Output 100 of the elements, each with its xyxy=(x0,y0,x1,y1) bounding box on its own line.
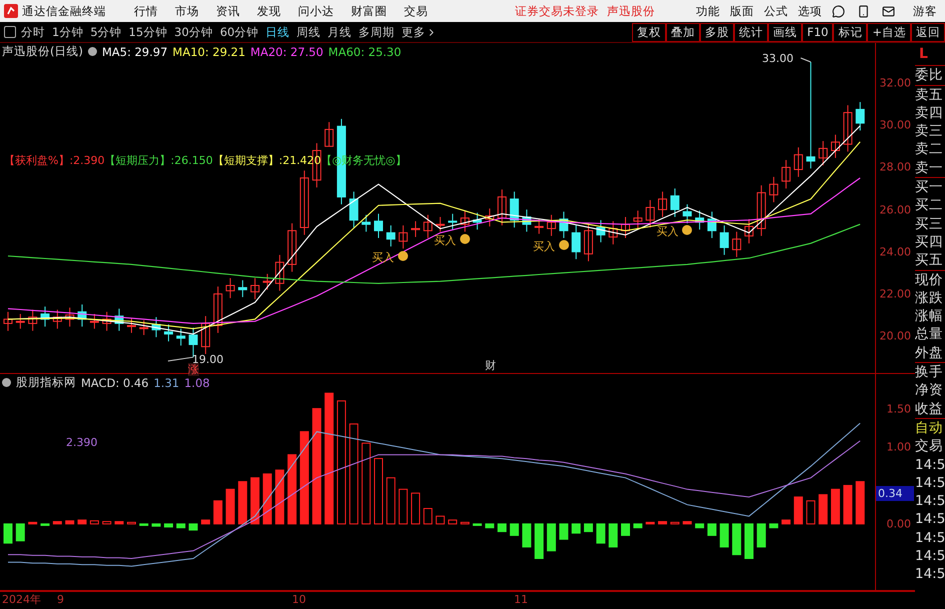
candlestick xyxy=(572,224,581,260)
macd-bar xyxy=(90,520,99,524)
toolbar-button[interactable]: 标记 xyxy=(833,22,868,42)
candlestick xyxy=(695,210,704,230)
period-tab[interactable]: 60分钟 xyxy=(220,24,259,40)
toolbar-button[interactable]: 画线 xyxy=(768,22,802,42)
candlestick xyxy=(485,208,494,227)
candlestick xyxy=(398,224,408,250)
toolbar-button[interactable]: +自选 xyxy=(867,22,911,42)
app-title: 通达信金融终端 xyxy=(22,4,106,18)
candlestick xyxy=(522,209,532,232)
period-tab[interactable]: 分时 xyxy=(21,24,45,40)
trade-time: 14:5 xyxy=(915,510,945,529)
price-tick: 32.00 xyxy=(880,76,911,90)
app-logo-icon xyxy=(4,4,18,18)
quote-field-label: 卖四 xyxy=(915,104,944,122)
period-tab[interactable]: 30分钟 xyxy=(174,24,213,40)
quote-field-label: 总量 xyxy=(915,325,944,344)
candlestick xyxy=(769,176,778,203)
candlestick xyxy=(201,316,210,355)
candlestick xyxy=(152,316,161,338)
period-tab[interactable]: 日线 xyxy=(266,24,290,40)
settings-dot-icon[interactable] xyxy=(2,378,11,387)
menu-item[interactable]: 功能 xyxy=(696,4,720,18)
period-tab[interactable]: 多周期 xyxy=(358,24,395,40)
candlestick xyxy=(275,254,284,292)
candlestick xyxy=(782,160,791,189)
candlestick xyxy=(300,170,309,236)
settings-dot-icon[interactable] xyxy=(88,47,97,56)
login-status[interactable]: 证券交易未登录 xyxy=(515,4,599,18)
rise-marker: 涨 xyxy=(188,363,199,376)
menu-item[interactable]: 交易 xyxy=(404,4,428,18)
menu-item[interactable]: 财富圈 xyxy=(351,4,387,18)
candlestick xyxy=(52,309,62,330)
mail-icon[interactable] xyxy=(882,4,895,18)
toolbar-button[interactable]: 统计 xyxy=(734,22,768,42)
candlestick xyxy=(843,104,852,152)
toolbar-button[interactable]: 复权 xyxy=(632,22,666,42)
toolbar-button[interactable]: 叠加 xyxy=(666,22,700,42)
more-tab[interactable]: 更多 xyxy=(402,24,426,40)
macd-bar xyxy=(682,521,692,524)
candlestick xyxy=(510,191,519,228)
macd-bar xyxy=(52,521,62,524)
candlestick xyxy=(411,220,420,238)
trade-time: 14:5 xyxy=(915,456,945,474)
candlestick xyxy=(250,278,260,300)
toolbar-button[interactable]: 多股 xyxy=(700,22,734,42)
macd-bar xyxy=(608,523,618,548)
price-tick: 26.00 xyxy=(880,203,911,216)
menu-item[interactable]: 发现 xyxy=(257,4,281,18)
chat-icon[interactable] xyxy=(832,4,845,18)
candlestick xyxy=(546,214,556,236)
auto-label[interactable]: 自动 xyxy=(915,418,945,438)
toolbar-button[interactable]: 返回 xyxy=(911,22,945,42)
coin-icon xyxy=(460,234,470,244)
menu-item[interactable]: 版面 xyxy=(730,4,754,18)
macd-bar xyxy=(534,523,544,559)
user-name[interactable]: 游客 xyxy=(913,4,937,18)
macd-bar xyxy=(843,484,852,524)
price-tick: 30.00 xyxy=(880,118,911,132)
macd-bar xyxy=(744,523,754,559)
indicator-title: 股朋指标网 xyxy=(16,375,76,390)
menu-item[interactable]: 市场 xyxy=(175,4,199,18)
period-tab[interactable]: 15分钟 xyxy=(128,24,168,40)
price-tick: 24.00 xyxy=(880,245,911,258)
menu-item[interactable]: 选项 xyxy=(798,4,822,18)
macd-bar xyxy=(102,521,112,524)
macd-bar xyxy=(818,494,828,524)
macd-bar xyxy=(4,523,12,544)
candlestick xyxy=(682,204,692,224)
current-value-label: 0.34 xyxy=(876,486,914,501)
menu-item[interactable]: 行情 xyxy=(134,4,158,18)
candlestick xyxy=(127,318,136,334)
macd-bar xyxy=(522,523,532,548)
menu-item[interactable]: 问小达 xyxy=(298,4,334,18)
price-tick: 20.00 xyxy=(880,330,911,343)
macd-bar xyxy=(794,496,803,524)
quote-field-label: 收益 xyxy=(915,400,944,418)
macd-bar xyxy=(856,481,865,524)
stock-link[interactable]: 声迅股份 xyxy=(607,4,655,18)
month-label: 11 xyxy=(514,593,528,606)
period-tab[interactable]: 周线 xyxy=(296,24,321,40)
macd-bar xyxy=(188,523,198,531)
menu-item[interactable]: 公式 xyxy=(764,4,788,18)
candlestick xyxy=(707,211,716,239)
macd-bar xyxy=(114,521,124,524)
period-tab[interactable]: 1分钟 xyxy=(52,24,84,40)
phone-icon[interactable] xyxy=(857,4,870,18)
toolbar-button[interactable]: F10 xyxy=(802,22,834,42)
period-tab[interactable]: 5分钟 xyxy=(90,24,122,40)
menu-item[interactable]: 资讯 xyxy=(216,4,240,18)
macd-bar xyxy=(78,520,87,524)
trade-time: 14:5 xyxy=(915,492,945,510)
panel-toggle-icon[interactable] xyxy=(4,26,16,38)
coin-icon xyxy=(558,240,569,250)
high-price-label: 33.00 xyxy=(762,52,794,65)
period-tab[interactable]: 月线 xyxy=(328,24,352,40)
macd-bar xyxy=(176,523,186,528)
quote-field-label: 卖五 xyxy=(915,86,944,104)
quote-field-label: 涨跌 xyxy=(915,288,944,308)
